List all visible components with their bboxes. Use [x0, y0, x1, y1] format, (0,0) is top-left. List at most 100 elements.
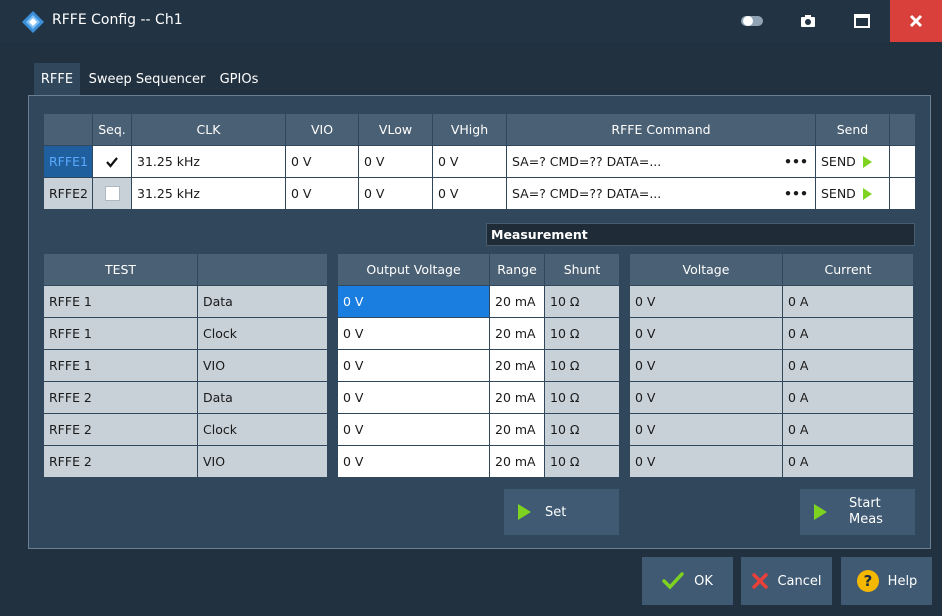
- start-label: Start: [849, 496, 881, 511]
- vio-cell[interactable]: 0 V: [286, 146, 358, 177]
- header-test-signal: [198, 254, 327, 285]
- header-send: Send: [816, 114, 889, 145]
- output-voltage-input[interactable]: 0 V: [338, 350, 489, 381]
- shunt-cell: 10 Ω: [545, 414, 619, 445]
- current-cell: 0 A: [783, 318, 913, 349]
- seq-checkbox-rffe1[interactable]: [93, 146, 131, 177]
- set-button[interactable]: Set: [504, 489, 619, 535]
- voltage-cell: 0 V: [630, 446, 782, 477]
- cancel-button[interactable]: Cancel: [741, 557, 832, 605]
- header-vlow: VLow: [359, 114, 432, 145]
- test-signal-cell: VIO: [198, 446, 327, 477]
- test-signal-cell: Data: [198, 286, 327, 317]
- range-cell[interactable]: 20 mA: [490, 286, 544, 317]
- range-cell[interactable]: 20 mA: [490, 446, 544, 477]
- header-seq: Seq.: [93, 114, 131, 145]
- output-voltage-input[interactable]: 0 V: [338, 318, 489, 349]
- shunt-cell: 10 Ω: [545, 350, 619, 381]
- rohde-schwarz-logo-icon: [22, 11, 44, 33]
- voltage-cell: 0 V: [630, 382, 782, 413]
- output-voltage-input[interactable]: 0 V: [338, 382, 489, 413]
- send-label: SEND: [821, 186, 856, 201]
- send-button-rffe1[interactable]: SEND: [816, 146, 889, 177]
- header-shunt: Shunt: [545, 254, 619, 285]
- tab-sweep-sequencer[interactable]: Sweep Sequencer: [82, 63, 212, 95]
- corner-header: [44, 114, 92, 145]
- header-range: Range: [490, 254, 544, 285]
- voltage-cell: 0 V: [630, 350, 782, 381]
- play-icon: [862, 155, 872, 168]
- more-options-button[interactable]: •••: [777, 146, 815, 177]
- seq-checkbox-rffe2[interactable]: [93, 178, 131, 209]
- vlow-cell[interactable]: 0 V: [359, 178, 432, 209]
- range-cell[interactable]: 20 mA: [490, 382, 544, 413]
- header-output-voltage: Output Voltage: [338, 254, 489, 285]
- camera-icon[interactable]: [786, 0, 830, 42]
- header-vio: VIO: [286, 114, 358, 145]
- vhigh-cell[interactable]: 0 V: [433, 146, 506, 177]
- test-name-cell: RFFE 1: [44, 318, 197, 349]
- vlow-cell[interactable]: 0 V: [359, 146, 432, 177]
- help-button[interactable]: ? Help: [841, 557, 932, 605]
- header-rffe-command: RFFE Command: [507, 114, 815, 145]
- window-title: RFFE Config -- Ch1: [52, 12, 183, 28]
- range-cell[interactable]: 20 mA: [490, 350, 544, 381]
- shunt-cell: 10 Ω: [545, 286, 619, 317]
- cancel-label: Cancel: [777, 573, 822, 589]
- header-vhigh: VHigh: [433, 114, 506, 145]
- header-current: Current: [783, 254, 913, 285]
- output-voltage-input[interactable]: 0 V: [338, 286, 489, 317]
- vhigh-cell[interactable]: 0 V: [433, 178, 506, 209]
- shunt-cell: 10 Ω: [545, 318, 619, 349]
- play-icon: [814, 504, 827, 520]
- send-button-rffe2[interactable]: SEND: [816, 178, 889, 209]
- current-cell: 0 A: [783, 286, 913, 317]
- current-cell: 0 A: [783, 350, 913, 381]
- help-label: Help: [887, 573, 918, 589]
- clk-cell[interactable]: 31.25 kHz: [132, 146, 285, 177]
- current-cell: 0 A: [783, 414, 913, 445]
- cancel-x-icon: [752, 573, 769, 589]
- play-icon: [518, 504, 531, 520]
- svg-text:?: ?: [863, 572, 872, 590]
- start-meas-button[interactable]: Start Meas: [800, 489, 915, 535]
- output-voltage-input[interactable]: 0 V: [338, 446, 489, 477]
- send-label: SEND: [821, 154, 856, 169]
- tab-gpios[interactable]: GPIOs: [214, 63, 264, 95]
- close-icon[interactable]: [890, 0, 942, 42]
- rffe-command-cell[interactable]: SA=? CMD=?? DATA=...: [507, 146, 777, 177]
- header-test: TEST: [44, 254, 197, 285]
- row-filler: [890, 146, 915, 177]
- clk-cell[interactable]: 31.25 kHz: [132, 178, 285, 209]
- check-icon: [106, 156, 118, 168]
- shunt-cell: 10 Ω: [545, 382, 619, 413]
- test-signal-cell: Clock: [198, 414, 327, 445]
- rffe-command-cell[interactable]: SA=? CMD=?? DATA=...: [507, 178, 777, 209]
- row-filler: [890, 178, 915, 209]
- test-name-cell: RFFE 1: [44, 350, 197, 381]
- tab-rffe[interactable]: RFFE: [34, 63, 80, 95]
- output-voltage-input[interactable]: 0 V: [338, 414, 489, 445]
- toggle-icon[interactable]: [730, 0, 774, 42]
- test-signal-cell: Data: [198, 382, 327, 413]
- test-name-cell: RFFE 1: [44, 286, 197, 317]
- voltage-cell: 0 V: [630, 414, 782, 445]
- test-name-cell: RFFE 2: [44, 414, 197, 445]
- row-label-rffe1[interactable]: RFFE1: [44, 146, 92, 177]
- range-cell[interactable]: 20 mA: [490, 318, 544, 349]
- set-label: Set: [545, 504, 567, 520]
- vio-cell[interactable]: 0 V: [286, 178, 358, 209]
- row-label-rffe2[interactable]: RFFE2: [44, 178, 92, 209]
- measurement-label: Measurement: [486, 223, 915, 246]
- voltage-cell: 0 V: [630, 318, 782, 349]
- help-question-icon: ?: [856, 570, 879, 592]
- more-options-button[interactable]: •••: [777, 178, 815, 209]
- ok-label: OK: [694, 573, 713, 589]
- rffe-config-window: RFFE Config -- Ch1 RFFE Sweep Sequencer …: [0, 0, 942, 616]
- maximize-icon[interactable]: [840, 0, 884, 42]
- ok-button[interactable]: OK: [642, 557, 733, 605]
- test-name-cell: RFFE 2: [44, 446, 197, 477]
- shunt-cell: 10 Ω: [545, 446, 619, 477]
- range-cell[interactable]: 20 mA: [490, 414, 544, 445]
- test-signal-cell: Clock: [198, 318, 327, 349]
